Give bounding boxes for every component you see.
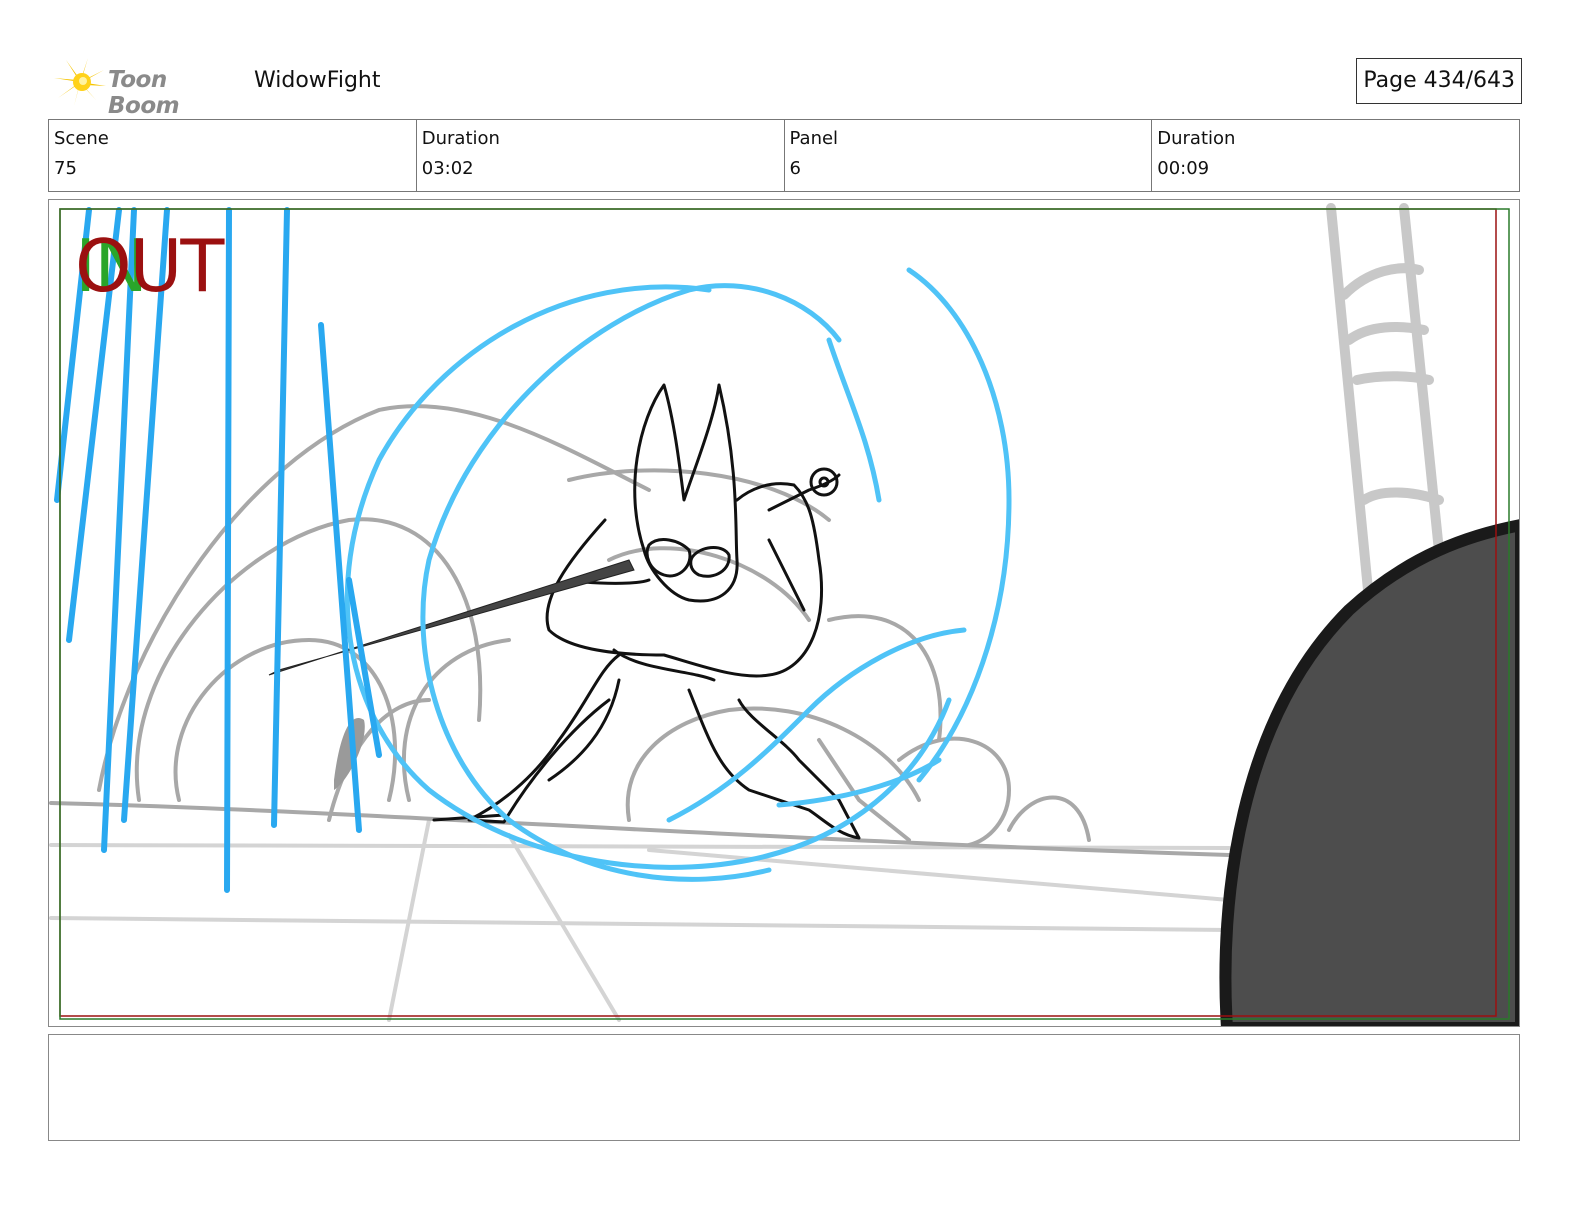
page-header: Toon Boom WidowFight Page 434/643: [48, 56, 1522, 119]
panel-label: Panel: [789, 128, 839, 149]
foreground-rock: [1219, 519, 1519, 1026]
character-drawing: [432, 383, 861, 840]
project-name: WidowFight: [254, 68, 381, 93]
scene-info-table: Scene 75 Duration 03:02 Panel 6 Duration…: [48, 119, 1520, 192]
speed-lines: [54, 207, 382, 893]
panel-notes: [48, 1034, 1520, 1141]
scene-cell: Scene 75: [49, 120, 417, 191]
logo-text: Toon Boom: [108, 67, 180, 119]
storyboard-panel: IN OUT: [48, 199, 1520, 1027]
panel-value: 6: [789, 158, 801, 179]
panel-duration-label: Duration: [1157, 128, 1236, 149]
panel-drawing: [49, 203, 1519, 1026]
panel-duration-value: 00:09: [1157, 158, 1210, 179]
out-marker: OUT: [75, 224, 224, 308]
spear: [268, 559, 635, 676]
scene-duration-value: 03:02: [421, 158, 474, 179]
starburst-icon: [54, 58, 106, 106]
scene-label: Scene: [54, 128, 109, 149]
panel-duration-cell: Duration 00:09: [1152, 120, 1519, 191]
scene-duration-cell: Duration 03:02: [417, 120, 785, 191]
scene-duration-label: Duration: [421, 128, 500, 149]
pole-sketch: [1326, 203, 1449, 605]
scene-value: 75: [54, 158, 77, 179]
panel-cell: Panel 6: [785, 120, 1153, 191]
toon-boom-logo: Toon Boom: [52, 56, 242, 119]
page-number: Page 434/643: [1356, 58, 1522, 104]
